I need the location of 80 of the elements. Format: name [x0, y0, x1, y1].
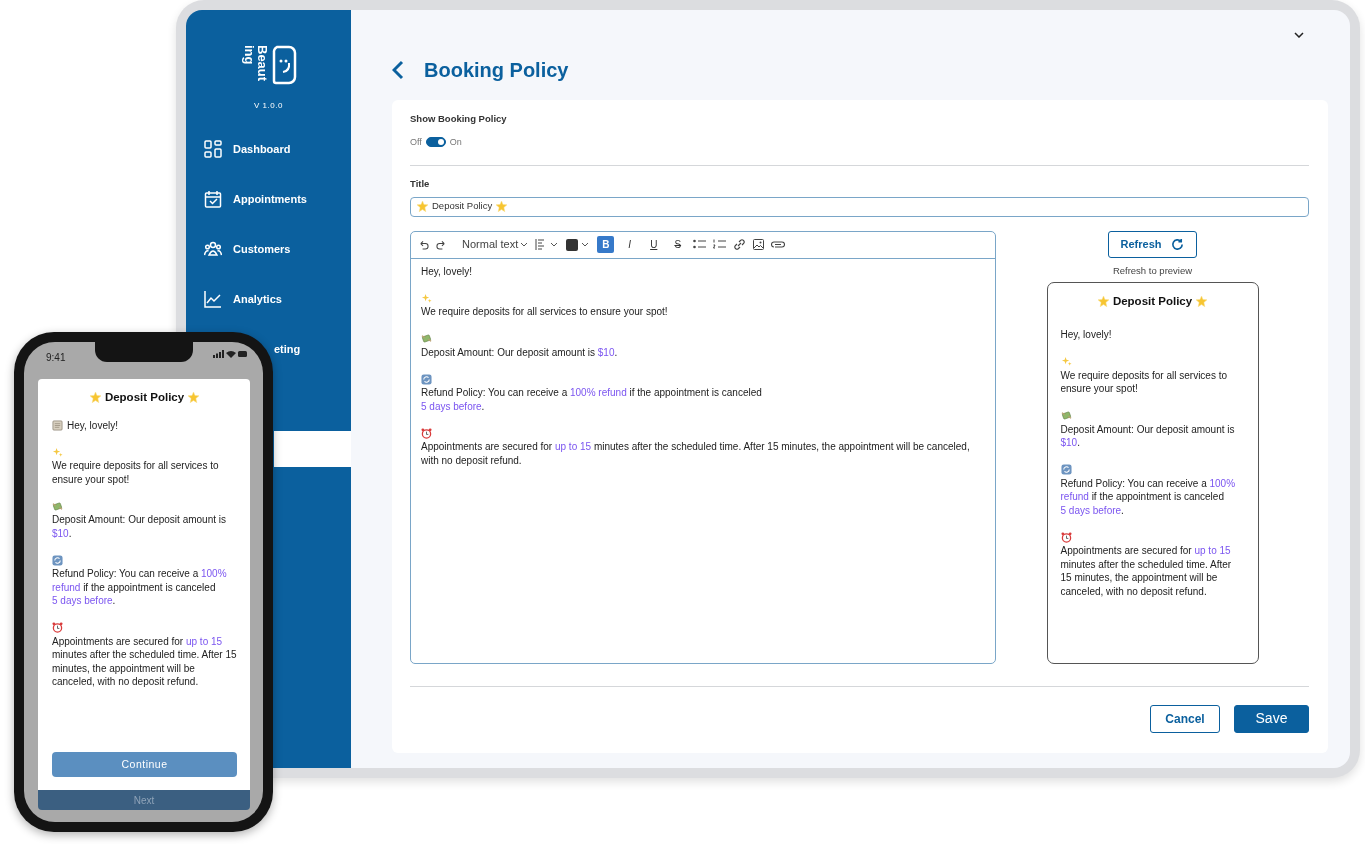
star-icon: [1097, 296, 1109, 307]
save-button[interactable]: Save: [1234, 704, 1309, 733]
logo-text: Beaut ing: [240, 45, 269, 84]
paragraph: We require deposits for all services to ensure your spot!: [1060, 368, 1229, 396]
link-icon[interactable]: [733, 239, 747, 250]
star-icon: [188, 392, 200, 404]
dashboard-icon: [204, 140, 222, 158]
paragraph: Hey, lovely!: [1060, 328, 1113, 342]
version-label: V 1.0.0: [253, 100, 284, 112]
paragraph: We require deposits for all services to ensure your spot!: [421, 305, 669, 319]
italic-button[interactable]: I: [621, 236, 639, 253]
color-picker-icon[interactable]: [566, 238, 591, 251]
underline-button[interactable]: U: [645, 236, 663, 253]
paragraph: Refund Policy: You can receive a 100% refund if the appointment is canceled 5 days before.: [52, 567, 228, 608]
on-label: On: [449, 135, 462, 149]
refresh-icon: [421, 373, 432, 385]
paragraph: Refund Policy: You can receive a 100% refund if the appointment is canceled 5 days before.: [421, 386, 763, 413]
sidebar-item[interactable]: eting: [274, 324, 351, 374]
notepad-icon: [52, 419, 63, 431]
chevron-down-icon[interactable]: [1294, 32, 1304, 38]
caret-icon: [520, 242, 529, 247]
paragraph: Appointments are secured for up to 15 minutes after the scheduled time. After 15 minutes, the appointment will be canceled, with no deposit refund.: [421, 440, 971, 467]
refresh-icon: [1171, 237, 1185, 251]
sidebar-item[interactable]: Dashboard: [186, 124, 351, 174]
field-label: Title: [410, 177, 431, 192]
sparkles-icon: [52, 446, 63, 458]
line-chart-icon: [204, 290, 222, 308]
continue-button[interactable]: Continue: [52, 752, 237, 777]
paragraph: Appointments are secured for up to 15 minutes after the scheduled time. After 15 minutes, the appointment will be canceled, with no deposit refund.: [1060, 544, 1233, 599]
money-icon: [421, 333, 432, 344]
hint-text: Refresh to preview: [1112, 263, 1193, 278]
image-icon[interactable]: [753, 239, 765, 250]
money-icon: [1060, 410, 1072, 422]
cancel-button[interactable]: Cancel: [1150, 704, 1220, 733]
strikethrough-button[interactable]: S: [669, 236, 687, 253]
paragraph: Appointments are secured for up to 15 minutes after the scheduled time. After 15 minutes, the appointment will be canceled, with no deposit refund.: [52, 634, 237, 689]
star-icon: [89, 392, 101, 404]
back-icon[interactable]: [392, 60, 404, 80]
star-icon: [496, 201, 508, 212]
modal-title: Deposit Policy: [1112, 294, 1193, 309]
title-field[interactable]: Deposit Policy: [410, 196, 1309, 217]
calendar-check-icon: [204, 190, 222, 208]
sparkles-icon: [1060, 356, 1072, 368]
paragraph: Hey, lovely!: [421, 264, 473, 278]
field-label: Show Booking Policy: [410, 112, 508, 126]
paragraph: We require deposits for all services to ensure your spot!: [52, 459, 220, 486]
logo-icon: [271, 45, 297, 85]
modal-title: Deposit Policy: [104, 391, 185, 405]
people-icon: [204, 240, 222, 258]
paragraph: Deposit Amount: Our deposit amount is $10.: [1060, 422, 1236, 450]
paragraph: Deposit Amount: Our deposit amount is $10.: [52, 513, 227, 540]
redo-icon[interactable]: [436, 239, 447, 250]
refresh-icon: [52, 554, 63, 566]
numbered-list-icon[interactable]: [713, 239, 727, 250]
bold-button[interactable]: B: [597, 236, 615, 253]
star-icon: [1196, 296, 1208, 307]
alarm-clock-icon: [52, 622, 63, 633]
alarm-clock-icon: [1060, 531, 1072, 543]
paragraph: Hey, lovely!: [67, 418, 118, 432]
off-label: Off: [410, 135, 422, 149]
status-time: 9:41: [46, 351, 66, 365]
page-title: Booking Policy: [424, 58, 569, 82]
paragraph: Refund Policy: You can receive a 100% refund if the appointment is canceled 5 days before.: [1060, 476, 1237, 518]
refresh-icon: [1060, 464, 1072, 476]
star-icon: [417, 201, 428, 212]
alarm-clock-icon: [421, 427, 432, 439]
toggle-switch[interactable]: [425, 137, 446, 148]
paragraph: Deposit Amount: Our deposit amount is $10.: [421, 345, 619, 359]
sidebar-item[interactable]: Customers: [186, 224, 351, 274]
money-icon: [52, 500, 63, 512]
sidebar-item[interactable]: Analytics: [186, 274, 351, 324]
paperclip-icon[interactable]: [771, 240, 786, 249]
refresh-button[interactable]: Refresh: [1107, 230, 1198, 258]
sparkles-icon: [421, 292, 432, 304]
bullet-list-icon[interactable]: [693, 239, 707, 250]
align-dropdown-icon[interactable]: [535, 239, 560, 250]
block-style-dropdown[interactable]: Normal text: [462, 236, 529, 253]
status-icons: [213, 350, 247, 358]
undo-icon[interactable]: [418, 239, 429, 250]
sidebar-item[interactable]: Appointments: [186, 174, 351, 224]
